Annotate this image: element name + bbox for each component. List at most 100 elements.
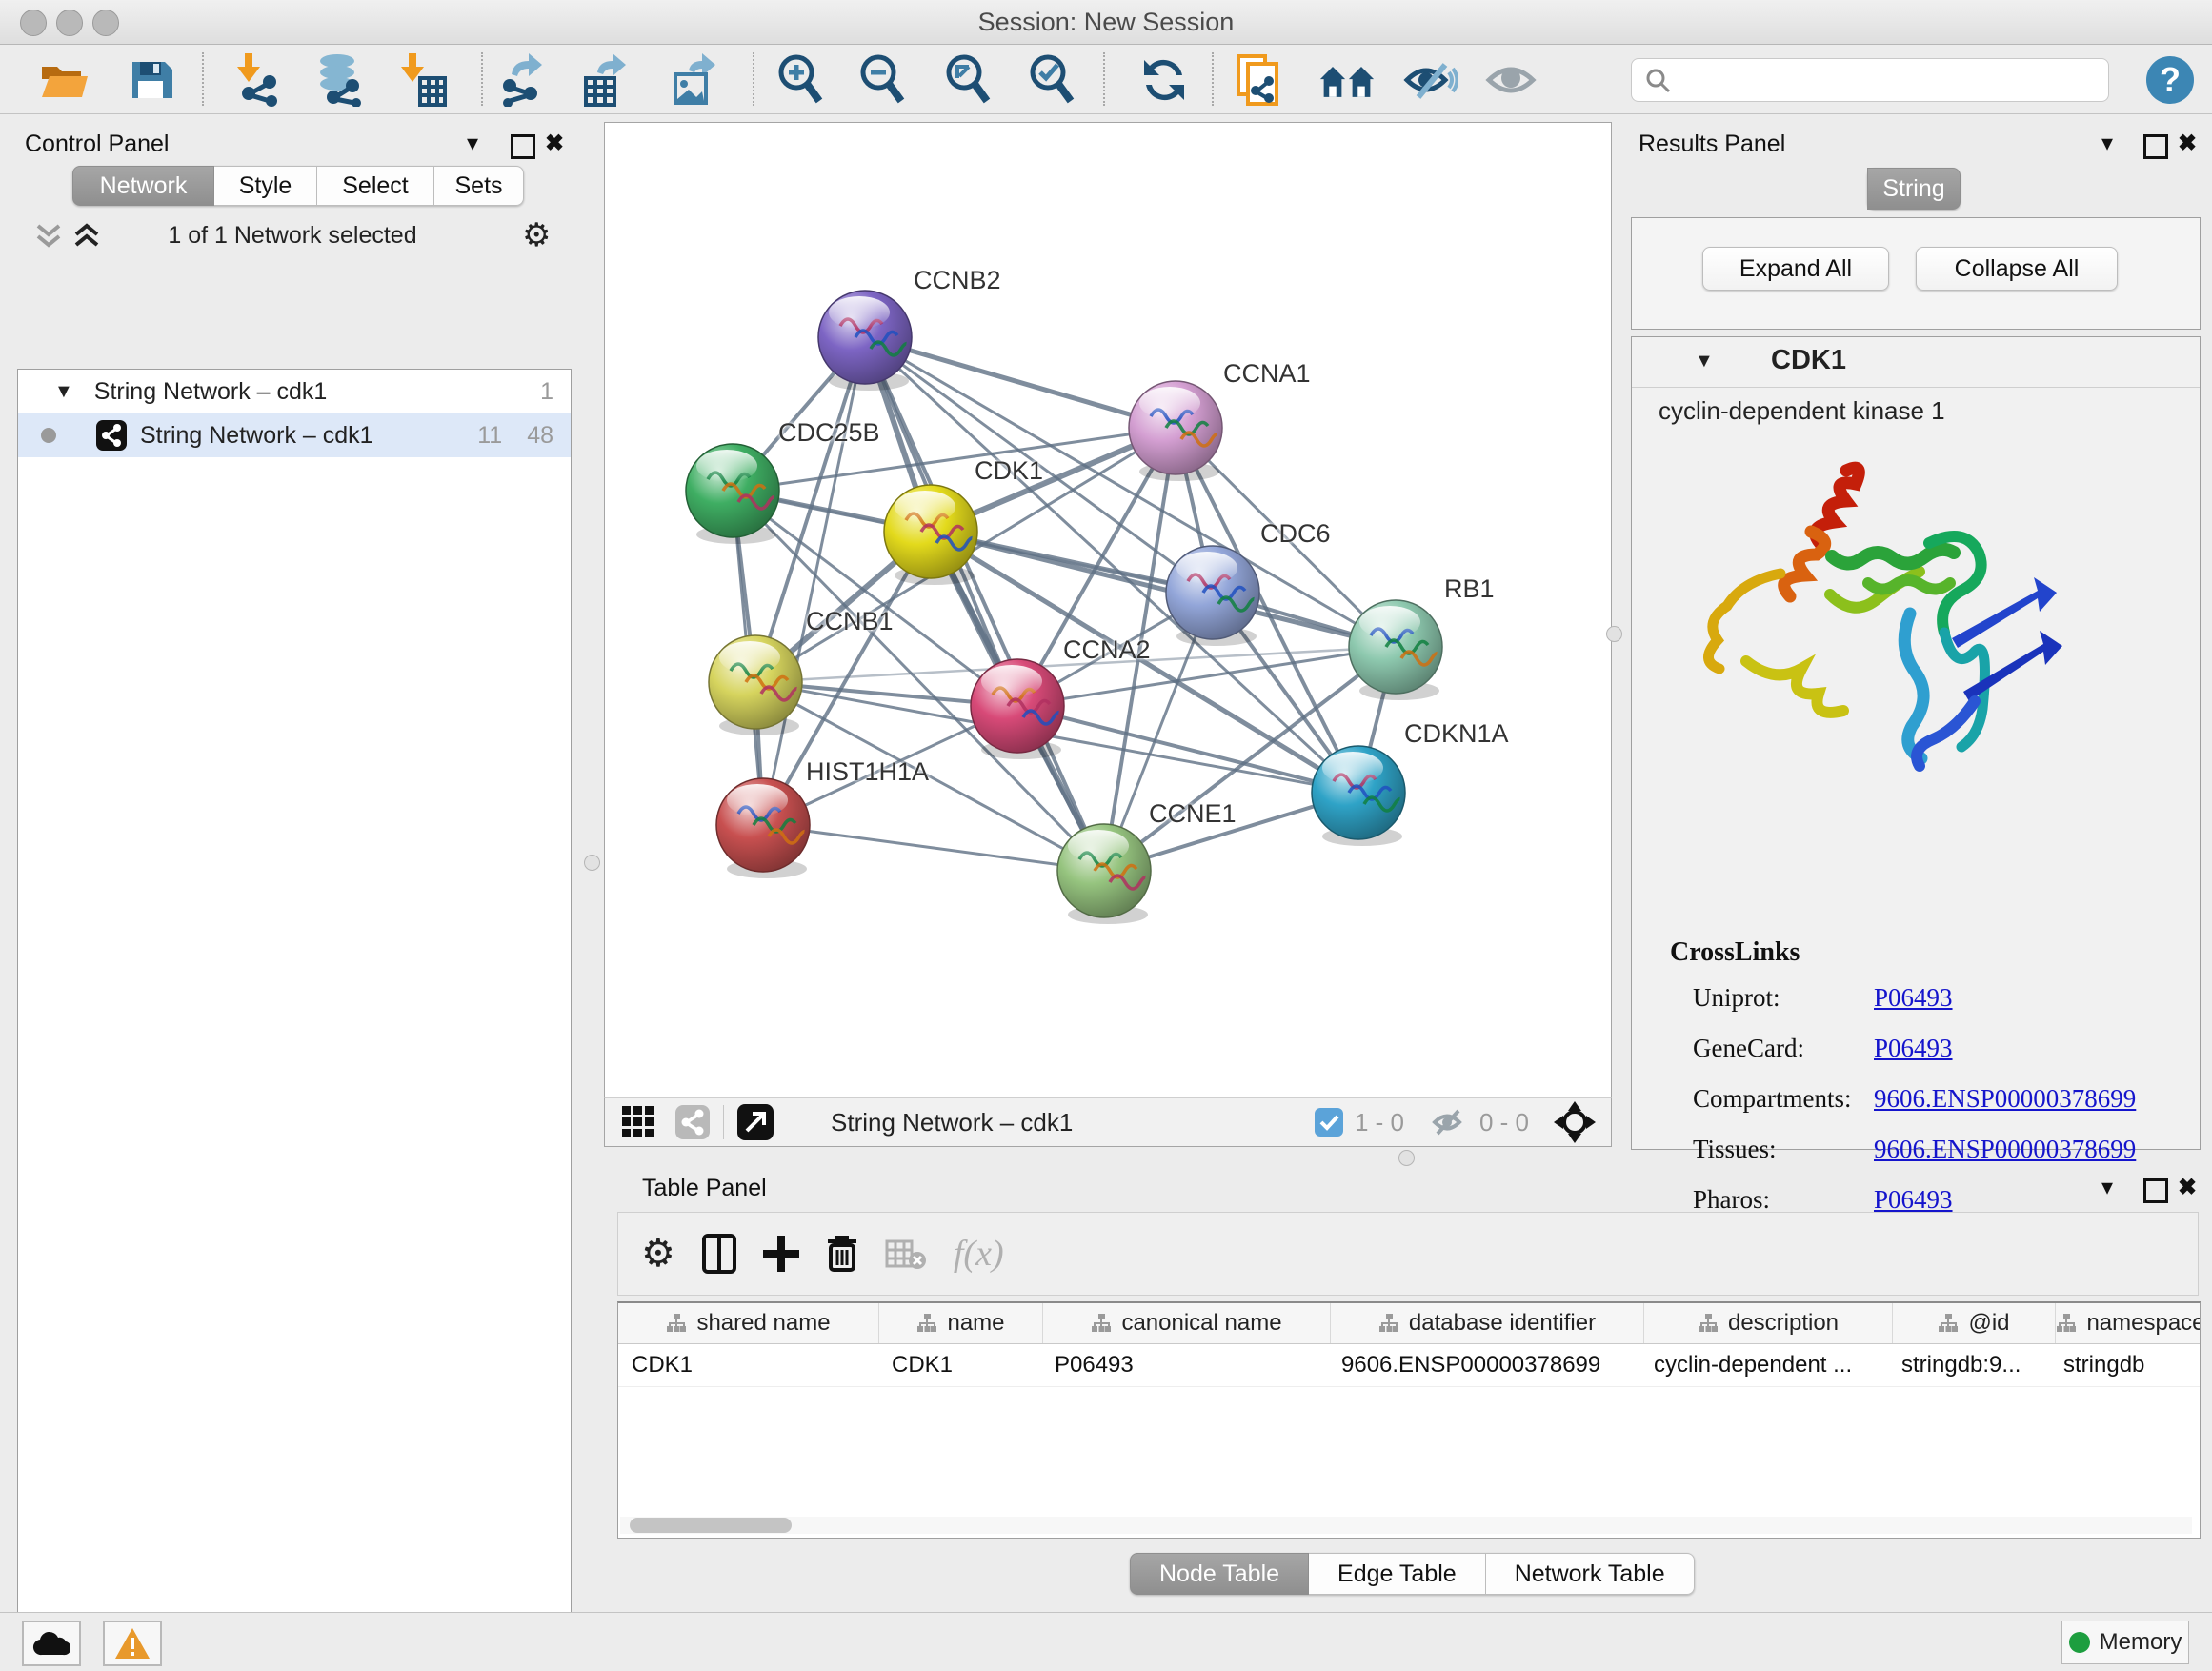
splitter-grip[interactable] [584, 855, 600, 871]
network-tree: ▼ String Network – cdk1 1 String Network… [17, 369, 572, 1671]
import-network-icon[interactable] [229, 52, 286, 108]
export-image-icon[interactable] [667, 52, 724, 108]
network-node[interactable] [1312, 746, 1406, 846]
crosslink-link[interactable]: 9606.ENSP00000378699 [1874, 1084, 2136, 1114]
hscrollbar-thumb[interactable] [630, 1518, 792, 1533]
panel-maximize-icon[interactable] [2143, 134, 2168, 159]
grid-mode-icon[interactable] [622, 1106, 654, 1138]
network-share-icon [96, 420, 127, 451]
column-header-name[interactable]: name [879, 1303, 1043, 1343]
tab-string[interactable]: String [1867, 168, 1961, 210]
network-collection-row[interactable]: ▼ String Network – cdk1 1 [18, 370, 571, 413]
hide-eye-icon[interactable] [1402, 52, 1459, 108]
cdk1-header[interactable]: ▼ CDK1 [1632, 337, 2200, 388]
column-header-description[interactable]: description [1644, 1303, 1893, 1343]
tab-network-table[interactable]: Network Table [1486, 1553, 1695, 1595]
birdseye-navigator-icon[interactable] [1554, 1101, 1596, 1143]
panel-close-icon[interactable]: ✖ [545, 132, 564, 155]
column-header-shared-name[interactable]: shared name [618, 1303, 879, 1343]
network-node[interactable] [716, 778, 811, 878]
network-node[interactable] [884, 485, 978, 585]
panel-float-icon[interactable]: ▾ [467, 132, 478, 155]
zoom-in-icon[interactable] [772, 52, 829, 108]
table-cell[interactable]: stringdb:9... [1888, 1344, 2050, 1386]
table-cell[interactable]: cyclin-dependent ... [1640, 1344, 1888, 1386]
tab-sets[interactable]: Sets [434, 166, 524, 206]
zoom-out-icon[interactable] [854, 52, 911, 108]
network-node[interactable] [971, 659, 1065, 759]
network-node[interactable] [1166, 546, 1260, 646]
memory-button[interactable]: Memory [2061, 1621, 2189, 1664]
search-input[interactable] [1681, 63, 2095, 95]
crosslink-link[interactable]: P06493 [1874, 983, 1953, 1013]
crosslink-link[interactable]: 9606.ENSP00000378699 [1874, 1135, 2136, 1164]
network-view-canvas[interactable]: CCNB2CCNA1CDC25BCDK1CDC6RB1CCNB1CCNA2CDK… [604, 122, 1612, 1099]
tab-network[interactable]: Network [72, 166, 214, 206]
network-mode-icon[interactable] [675, 1105, 710, 1139]
column-type-icon [1378, 1313, 1399, 1334]
hidden-eye-icon[interactable] [1432, 1108, 1468, 1137]
panel-float-icon[interactable]: ▾ [2101, 132, 2113, 155]
network-edge[interactable] [763, 337, 865, 825]
tab-style[interactable]: Style [214, 166, 317, 206]
import-network-from-database-icon[interactable] [311, 52, 368, 108]
selected-checkbox-icon[interactable] [1315, 1108, 1343, 1137]
column-header-canonical-name[interactable]: canonical name [1043, 1303, 1331, 1343]
table-cell[interactable]: stringdb [2050, 1344, 2200, 1386]
table-hscrollbar[interactable] [620, 1517, 2192, 1534]
export-table-icon[interactable] [577, 52, 634, 108]
import-table-icon[interactable] [392, 52, 450, 108]
home-icon[interactable] [1318, 52, 1376, 108]
section-collapse-arrow-icon[interactable]: ▼ [1695, 351, 1714, 372]
network-edge[interactable] [1017, 706, 1358, 793]
network-node[interactable] [1057, 824, 1152, 924]
collapse-all-button[interactable]: Collapse All [1916, 247, 2118, 291]
table-cell[interactable]: CDK1 [878, 1344, 1041, 1386]
panel-close-icon[interactable]: ✖ [2178, 132, 2197, 155]
panel-float-icon[interactable]: ▾ [2101, 1177, 2113, 1199]
network-status-dot [41, 428, 56, 443]
table-cell[interactable]: P06493 [1041, 1344, 1328, 1386]
network-edge[interactable] [865, 337, 1104, 871]
panel-close-icon[interactable]: ✖ [2178, 1177, 2197, 1199]
export-network-icon[interactable] [495, 52, 553, 108]
clone-network-icon[interactable] [1231, 52, 1288, 108]
column-header-namespace[interactable]: namespace [2056, 1303, 2201, 1343]
delete-column-icon[interactable] [826, 1234, 858, 1274]
show-eye-icon[interactable] [1484, 52, 1541, 108]
panel-maximize-icon[interactable] [2143, 1178, 2168, 1203]
detach-view-icon[interactable] [737, 1104, 774, 1140]
refresh-icon[interactable] [1136, 52, 1193, 108]
column-header-database-identifier[interactable]: database identifier [1331, 1303, 1644, 1343]
show-columns-icon[interactable] [702, 1234, 736, 1274]
save-session-icon[interactable] [122, 52, 179, 108]
network-edge[interactable] [865, 337, 1176, 428]
collection-expand-arrow-icon[interactable]: ▼ [54, 381, 73, 403]
network-node[interactable] [1129, 381, 1223, 481]
cloud-status-button[interactable] [22, 1621, 81, 1666]
help-icon[interactable]: ? [2142, 52, 2199, 108]
tab-node-table[interactable]: Node Table [1130, 1553, 1309, 1595]
column-header--id[interactable]: @id [1893, 1303, 2056, 1343]
expand-all-button[interactable]: Expand All [1702, 247, 1889, 291]
network-node[interactable] [686, 444, 780, 544]
network-edge[interactable] [931, 532, 1396, 647]
network-node[interactable] [1349, 600, 1443, 700]
network-row-selected[interactable]: String Network – cdk1 11 48 [18, 413, 571, 457]
zoom-fit-icon[interactable] [939, 52, 996, 108]
crosslink-link[interactable]: P06493 [1874, 1034, 1953, 1063]
panel-maximize-icon[interactable] [511, 134, 535, 159]
network-edge[interactable] [763, 825, 1104, 871]
tab-select[interactable]: Select [317, 166, 434, 206]
open-session-icon[interactable] [36, 52, 93, 108]
table-settings-gear-icon[interactable]: ⚙ [641, 1232, 675, 1276]
add-column-icon[interactable] [763, 1236, 799, 1272]
table-row[interactable]: CDK1CDK1P064939606.ENSP00000378699cyclin… [618, 1344, 2200, 1387]
network-options-gear-icon[interactable]: ⚙ [522, 216, 551, 254]
network-node[interactable] [709, 635, 803, 735]
tab-edge-table[interactable]: Edge Table [1309, 1553, 1486, 1595]
table-cell[interactable]: CDK1 [618, 1344, 878, 1386]
table-cell[interactable]: 9606.ENSP00000378699 [1328, 1344, 1640, 1386]
warnings-button[interactable] [103, 1621, 162, 1666]
zoom-selected-icon[interactable] [1023, 52, 1080, 108]
